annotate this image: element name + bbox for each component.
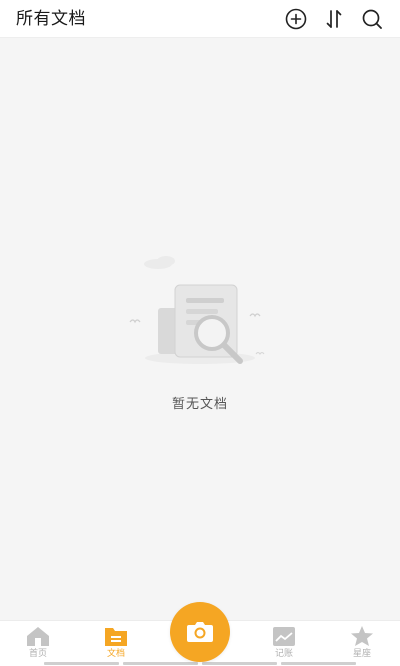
search-icon bbox=[362, 9, 382, 29]
sort-icon bbox=[326, 10, 342, 28]
tab-constellation[interactable]: 星座 bbox=[332, 625, 392, 665]
add-button[interactable] bbox=[284, 7, 308, 31]
tab-home[interactable]: 首页 bbox=[8, 625, 68, 665]
tab-constellation-label: 星座 bbox=[352, 649, 371, 659]
add-icon bbox=[285, 8, 307, 30]
tab-ledger-label: 记账 bbox=[274, 649, 293, 659]
star-icon bbox=[351, 626, 373, 646]
document-folder-icon bbox=[105, 628, 127, 646]
ledger-icon bbox=[273, 627, 295, 646]
camera-button[interactable] bbox=[170, 602, 230, 662]
home-icon bbox=[27, 627, 49, 646]
header-actions bbox=[284, 7, 384, 31]
tab-documents-label: 文档 bbox=[106, 649, 125, 659]
document-search-illustration bbox=[129, 256, 265, 364]
page-title: 所有文档 bbox=[16, 9, 86, 29]
empty-message: 暂无文档 bbox=[171, 397, 228, 412]
camera-icon bbox=[187, 622, 213, 642]
empty-state: 暂无文档 bbox=[0, 250, 400, 430]
documents-screen: 所有文档 暂无文档 首页 文档 记账 星座 bbox=[0, 0, 400, 666]
tab-ledger[interactable]: 记账 bbox=[254, 625, 314, 665]
tab-home-label: 首页 bbox=[28, 649, 47, 659]
search-button[interactable] bbox=[360, 7, 384, 31]
home-indicator bbox=[44, 662, 356, 665]
sort-button[interactable] bbox=[322, 7, 346, 31]
header-bar: 所有文档 bbox=[0, 0, 400, 38]
tab-documents[interactable]: 文档 bbox=[86, 625, 146, 665]
